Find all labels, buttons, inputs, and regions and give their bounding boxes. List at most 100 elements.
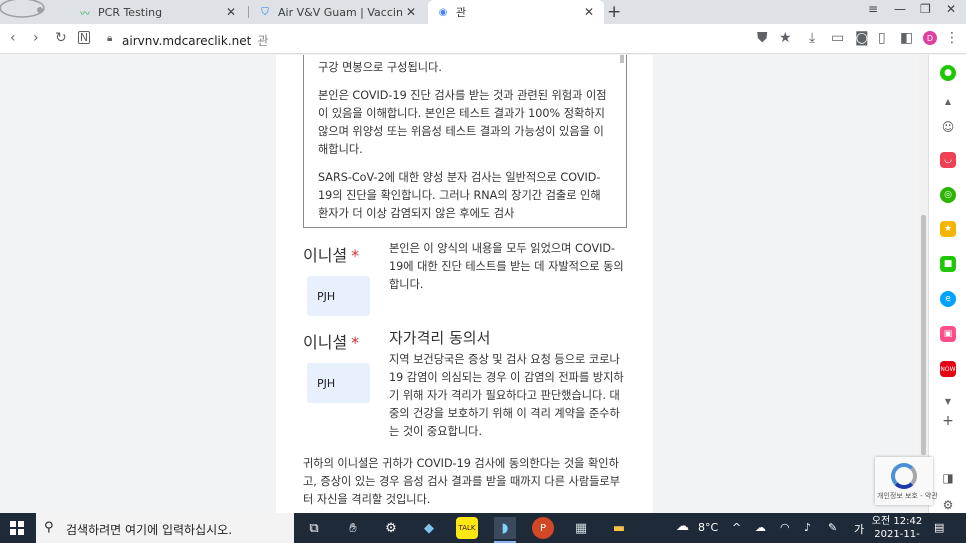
restore-button[interactable]: ❐ xyxy=(920,2,931,16)
network-icon[interactable]: ◠ xyxy=(780,521,790,534)
new-tab-button[interactable]: + xyxy=(607,2,621,22)
tab-title: PCR Testing xyxy=(98,5,163,19)
search-icon: ⚲ xyxy=(44,520,54,535)
kakaotalk-icon[interactable]: TALK xyxy=(456,517,478,539)
lock-icon[interactable]: 🔒︎ xyxy=(107,33,112,44)
tab-strip: 〰 PCR Testing ✕ ⛉ Air V&V Guam | Vaccina… xyxy=(0,0,966,24)
initials-label-1: 이니셜 * xyxy=(303,242,359,266)
consent-box-scrollbar[interactable] xyxy=(620,55,624,63)
page-viewport: 구강 면봉으로 구성됩니다. 본인은 COVID-19 진단 검사를 받는 것과… xyxy=(0,55,928,513)
whale-browser-icon[interactable]: ◗ xyxy=(494,517,516,543)
minimize-button[interactable]: — xyxy=(894,2,906,16)
chat-icon[interactable]: ◎ xyxy=(940,187,956,203)
bookmark-star-icon[interactable]: ★ xyxy=(779,30,792,46)
tray-expand-icon[interactable]: ^ xyxy=(732,521,741,534)
section-title-quarantine: 자가격리 동의서 xyxy=(389,329,491,347)
profile-avatar[interactable]: D xyxy=(923,31,937,45)
reload-icon[interactable]: ↻ xyxy=(55,30,67,46)
naver-home-icon[interactable]: N xyxy=(78,31,90,44)
recaptcha-terms[interactable]: 개인정보 보호 - 약관 xyxy=(877,491,938,501)
reader-icon[interactable]: ▯ xyxy=(878,30,886,46)
notepad-icon[interactable]: ◆ xyxy=(418,517,440,539)
scroll-up-icon[interactable]: ▲ xyxy=(940,93,956,109)
initials-label-2: 이니셜 * xyxy=(303,329,359,353)
camera-icon[interactable]: ◙ xyxy=(855,30,869,46)
required-mark: * xyxy=(351,333,360,352)
consent-paragraph: SARS-CoV-2에 대한 양성 분자 검사는 일반적으로 COVID-19의… xyxy=(318,171,601,220)
weather-icon[interactable]: ☁ xyxy=(676,519,689,534)
consent-text-box[interactable]: 구강 면봉으로 구성됩니다. 본인은 COVID-19 진단 검사를 받는 것과… xyxy=(303,55,627,228)
initials-input-1[interactable]: PJH xyxy=(307,276,370,316)
tab-pcr-testing[interactable]: 〰 PCR Testing ✕ xyxy=(70,0,246,24)
scroll-down-icon[interactable]: ▼ xyxy=(940,393,956,409)
chat-bubble-icon[interactable]: ▣ xyxy=(940,326,956,342)
globe-icon: ◉ xyxy=(438,6,448,18)
tab-divider xyxy=(248,6,249,18)
onedrive-icon[interactable]: ☁ xyxy=(755,521,766,534)
sidebar-toggle-icon[interactable]: ◧ xyxy=(900,30,913,46)
forward-icon[interactable]: › xyxy=(33,30,39,46)
required-mark: * xyxy=(351,246,360,265)
video-icon[interactable]: ▭ xyxy=(831,30,844,46)
powerpoint-icon[interactable]: P xyxy=(532,517,554,539)
close-window-button[interactable]: ✕ xyxy=(946,2,956,16)
url-suffix: 관 xyxy=(257,34,269,48)
weather-temp[interactable]: 8°C xyxy=(698,521,718,534)
notifications-icon[interactable]: ▤ xyxy=(934,521,944,534)
browser-sidebar: ● ▲ ☺ ◡ ◎ ★ ■ e ▣ NOW ▼ + ◨ ⚙ xyxy=(928,55,966,513)
task-view-icon[interactable]: ⧉ xyxy=(303,517,325,539)
tab-title: 관 xyxy=(456,6,467,19)
recaptcha-badge[interactable]: 개인정보 보호 - 약관 xyxy=(875,457,938,505)
leaf-icon: 〰 xyxy=(80,8,90,20)
volume-icon[interactable]: ♪ xyxy=(804,521,811,534)
clock-date: 2021-11-09 xyxy=(874,529,920,543)
settings-app-icon[interactable]: ⚙ xyxy=(380,517,402,539)
close-tab-icon[interactable]: ✕ xyxy=(402,5,420,19)
browser-toolbar: ‹ › ↻ N 🔒︎ airvnv.mdcareclik.net 관 ⛊ ★ ⤓ … xyxy=(0,24,966,54)
calculator-icon[interactable]: ▦ xyxy=(570,517,592,539)
taskbar-clock[interactable]: 오전 12:42 2021-11-09 xyxy=(868,515,926,543)
papago-icon[interactable]: ☺ xyxy=(940,119,956,135)
search-placeholder: 검색하려면 여기에 입력하십시오. xyxy=(66,523,233,537)
file-explorer-icon[interactable]: ▬ xyxy=(608,517,630,539)
tab-title: Air V&V Guam | Vaccination & ... xyxy=(278,5,402,19)
consent-paragraph: 구강 면봉으로 구성됩니다. xyxy=(318,61,442,74)
consent-statement-1: 본인은 이 양식의 내용을 모두 읽었으며 COVID-19에 대한 진단 테스… xyxy=(389,242,624,291)
back-icon[interactable]: ‹ xyxy=(10,30,16,46)
tab-air-vv-guam[interactable]: ⛉ Air V&V Guam | Vaccination & ... ✕ xyxy=(250,0,426,24)
initials-label-text: 이니셜 xyxy=(303,246,348,265)
address-bar[interactable]: airvnv.mdcareclik.net 관 xyxy=(122,32,268,49)
star-app-icon[interactable]: ★ xyxy=(940,221,956,237)
shield-extension-icon[interactable]: ⛊ xyxy=(757,30,768,46)
initials-label-text: 이니셜 xyxy=(303,333,348,352)
taskbar-search[interactable]: ⚲ 검색하려면 여기에 입력하십시오. xyxy=(36,513,294,543)
panel-toggle-icon[interactable]: ◨ xyxy=(940,470,956,486)
quarantine-statement: 지역 보건당국은 증상 및 검사 요청 등으로 코로나19 감염이 의심되는 경… xyxy=(389,353,624,438)
close-tab-icon[interactable]: ✕ xyxy=(222,5,240,19)
ime-indicator[interactable]: 가 xyxy=(854,521,864,537)
tab-search-icon[interactable]: ≡ xyxy=(868,2,878,16)
windows-start-icon[interactable] xyxy=(10,521,24,535)
footer-statement: 귀하의 이니셜은 귀하가 COVID-19 검사에 동의한다는 것을 확인하고,… xyxy=(303,457,621,506)
pen-icon[interactable]: ✎ xyxy=(828,521,837,534)
add-app-icon[interactable]: + xyxy=(940,413,956,429)
menu-icon[interactable]: ⋮ xyxy=(945,30,959,46)
settings-icon[interactable]: ⚙ xyxy=(940,497,956,513)
hand-cursor-icon[interactable]: ✋︎ xyxy=(342,517,364,539)
initials-input-2[interactable]: PJH xyxy=(307,363,370,403)
close-tab-icon[interactable]: ✕ xyxy=(580,5,598,19)
edge-app-icon[interactable]: e xyxy=(940,291,956,307)
windows-taskbar: ⚲ 검색하려면 여기에 입력하십시오. ⧉ ✋︎ ⚙ ◆ TALK ◗ P ▦ … xyxy=(0,513,966,543)
pocket-icon[interactable]: ◡ xyxy=(940,152,956,168)
download-icon[interactable]: ⤓ xyxy=(809,30,815,46)
recaptcha-icon xyxy=(891,463,917,489)
news-app-icon[interactable]: NOW xyxy=(940,361,956,377)
clock-time: 오전 12:42 xyxy=(871,516,923,527)
browser-logo-icon xyxy=(0,0,45,18)
consent-paragraph: 본인은 COVID-19 진단 검사를 받는 것과 관련된 위험과 이점이 있음… xyxy=(318,89,607,156)
whale-app-icon[interactable]: ● xyxy=(940,65,956,81)
page-scrollbar-thumb[interactable] xyxy=(921,215,926,455)
tab-active[interactable]: ◉ 관 ✕ xyxy=(428,0,604,24)
green-square-icon[interactable]: ■ xyxy=(940,256,956,272)
shield-icon: ⛉ xyxy=(261,6,269,18)
